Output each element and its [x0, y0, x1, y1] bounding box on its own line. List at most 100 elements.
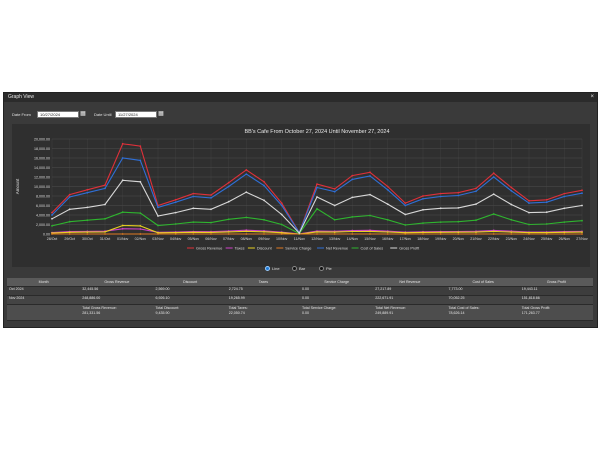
data-point	[492, 176, 495, 178]
data-point	[139, 145, 142, 147]
x-tick-label: 25/Nov	[541, 237, 553, 241]
data-point	[51, 217, 53, 220]
column-header: Net Revenue	[373, 278, 447, 287]
data-point	[139, 212, 142, 214]
data-point	[227, 200, 230, 203]
data-point	[439, 233, 442, 235]
view-option-label: Line	[272, 266, 280, 271]
data-point	[475, 187, 477, 190]
data-point	[280, 233, 283, 235]
table-cell: 222,671.91	[373, 295, 447, 305]
column-header: Discount	[153, 278, 227, 287]
window-titlebar: Graph View ×	[4, 93, 597, 102]
data-point	[563, 195, 566, 198]
data-point	[386, 203, 389, 205]
legend-label: Gross Revenue	[196, 246, 222, 250]
data-point	[457, 231, 460, 234]
data-point	[227, 233, 230, 235]
column-header: Gross Revenue	[80, 278, 154, 287]
y-tick-label: 16,000.00	[34, 156, 50, 160]
data-point	[174, 198, 177, 201]
table-header-row: Month Gross Revenue Discount Taxes Service C…	[7, 278, 593, 287]
date-from-label: Date From	[12, 112, 31, 117]
data-point	[210, 221, 212, 224]
data-point	[51, 233, 53, 235]
date-until-input[interactable]: 11/27/2024	[115, 111, 157, 118]
radio-icon[interactable]	[265, 266, 270, 272]
data-point	[404, 213, 407, 216]
data-point	[263, 199, 265, 202]
data-point	[510, 186, 513, 189]
date-until-label: Date Until	[94, 112, 112, 117]
data-point	[404, 202, 407, 204]
data-point	[121, 179, 124, 182]
data-point	[528, 199, 530, 202]
data-point	[104, 184, 106, 186]
view-option-bar[interactable]: Bar	[292, 266, 305, 272]
view-option-pie[interactable]: Pie	[319, 266, 332, 272]
data-point	[316, 233, 318, 235]
data-point	[581, 192, 583, 195]
data-point	[510, 189, 513, 192]
data-point	[210, 208, 212, 211]
data-point	[581, 233, 583, 235]
y-tick-label: 4,000.00	[36, 213, 50, 217]
data-point	[351, 233, 354, 235]
data-point	[227, 218, 230, 221]
totals-cell	[7, 304, 81, 321]
data-point	[157, 224, 159, 227]
date-from-input[interactable]: 10/27/2024	[37, 111, 79, 118]
data-point	[475, 219, 477, 222]
radio-icon[interactable]	[292, 266, 297, 272]
data-point	[139, 225, 142, 227]
column-header: Taxes	[226, 278, 300, 287]
data-point	[68, 220, 71, 223]
data-point	[104, 187, 106, 190]
y-tick-label: 6,000.00	[36, 204, 50, 208]
data-point	[439, 221, 442, 223]
data-point	[369, 230, 371, 233]
x-tick-label: 22/Nov	[488, 237, 500, 241]
table-cell: 0.00	[300, 295, 374, 305]
data-point	[192, 233, 195, 235]
data-point	[492, 233, 495, 235]
y-tick-label: 10,000.00	[34, 185, 50, 189]
y-tick-label: 14,000.00	[34, 166, 50, 170]
data-point	[86, 231, 89, 233]
data-point	[439, 207, 442, 210]
data-point	[457, 220, 460, 223]
data-point	[404, 204, 407, 207]
data-point	[422, 197, 424, 200]
data-point	[351, 216, 354, 218]
x-tick-label: 01/Nov	[117, 237, 129, 241]
data-point	[386, 218, 389, 221]
data-point	[545, 223, 548, 225]
data-point	[104, 203, 106, 206]
column-header: Cost of Sales	[446, 278, 520, 287]
data-point	[121, 157, 124, 159]
data-point	[510, 233, 513, 235]
x-tick-label: 05/Nov	[188, 237, 200, 241]
table-row: Nov 2024 248,886.00 6,926.10 19,265.99 0.00 2…	[7, 295, 593, 305]
x-tick-label: 15/Nov	[364, 237, 376, 241]
data-point	[280, 202, 283, 204]
data-point	[245, 191, 248, 194]
totals-cell: Total Cost of Sales: 78,626.14	[446, 304, 520, 321]
data-point	[351, 196, 354, 199]
x-tick-label: 23/Nov	[506, 237, 518, 241]
calendar-icon[interactable]: ▦	[158, 111, 164, 118]
calendar-icon[interactable]: ▦	[80, 111, 86, 118]
data-point	[422, 222, 424, 224]
data-point	[157, 215, 159, 217]
data-point	[51, 214, 53, 216]
view-option-line[interactable]: Line	[265, 266, 280, 272]
data-point	[121, 227, 124, 230]
radio-icon[interactable]	[319, 266, 324, 272]
y-tick-label: 2,000.00	[36, 223, 50, 227]
close-icon[interactable]: ×	[590, 93, 594, 102]
data-point	[86, 233, 89, 235]
data-point	[581, 219, 583, 222]
data-point	[369, 175, 371, 177]
table-cell: 2,724.75	[226, 286, 300, 296]
data-point	[369, 214, 371, 217]
